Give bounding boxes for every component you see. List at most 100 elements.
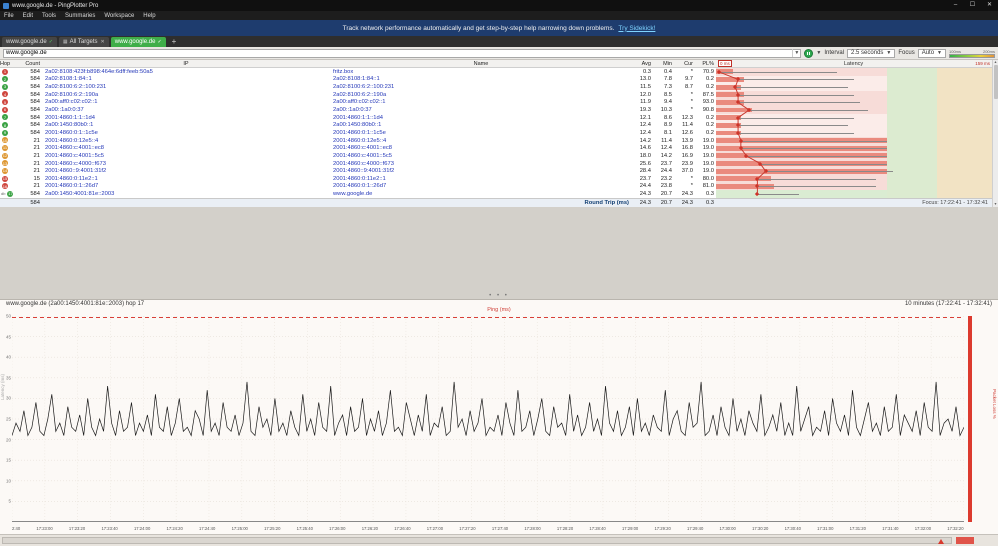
ip-cell[interactable]: 2a00:1450:80b0::1	[42, 122, 330, 128]
tab-target-active[interactable]: www.google.de ✓	[110, 37, 166, 47]
table-row[interactable]: 7 584 2001:4860:1:1::1d4 2001:4860:1:1::1d4…	[0, 113, 992, 122]
ip-cell[interactable]: 2001:4860:0:12e5::4	[42, 138, 330, 144]
name-cell[interactable]: 2001:4860:c:4001::ec8	[330, 145, 632, 151]
name-cell[interactable]: 2001:4860:c:4000::f673	[330, 161, 632, 167]
col-header-name[interactable]: Name	[330, 61, 632, 67]
ip-cell[interactable]: 2001:4860:0:1::1c5e	[42, 130, 330, 136]
table-row[interactable]: 13 21 2001:4860:c:4000::f673 2001:4860:c:40…	[0, 159, 992, 168]
minimize-button[interactable]: –	[947, 0, 964, 11]
tab-target-1[interactable]: www.google.de ✓	[2, 37, 57, 47]
name-cell[interactable]: 2a02:8100:6:2::190a	[330, 92, 632, 98]
table-row[interactable]: 10 21 2001:4860:0:12e5::4 2001:4860:0:12e5:…	[0, 136, 992, 145]
sidekick-link[interactable]: Try Sidekick!	[618, 25, 655, 32]
timeline-pane: www.google.de (2a00:1450:4001:81e::2003)…	[0, 299, 998, 546]
trace-toolbar: ▼ ▼ Interval 2.5 seconds ▼ Focus Auto ▼ …	[0, 47, 998, 60]
col-header-ip[interactable]: IP	[42, 61, 330, 67]
table-row[interactable]: db 17 584 2a00:1450:4001:81e::2003 www.googl…	[0, 190, 992, 198]
start-stop-button[interactable]	[804, 48, 814, 58]
interval-select[interactable]: 2.5 seconds ▼	[847, 48, 896, 58]
min-cell: 23.7	[660, 160, 672, 167]
col-header-cur[interactable]: Cur	[674, 61, 695, 67]
name-cell[interactable]: 2a00::1a0:0:37	[330, 107, 632, 113]
table-row[interactable]: 2 584 2a02:8108:1:84::1 2a02:8108:1:84::1 13…	[0, 75, 992, 84]
x-tick-label: 17:26:00	[329, 525, 346, 531]
timeline-plot[interactable]	[12, 316, 964, 522]
ip-cell[interactable]: 2a00::1a0:0:37	[42, 107, 330, 113]
count-cell: 21	[33, 160, 40, 167]
table-row[interactable]: 12 21 2001:4860:c:4001::5c5 2001:4860:c:400…	[0, 152, 992, 160]
menu-item-tools[interactable]: Tools	[42, 13, 56, 19]
table-scrollbar[interactable]: ▲ ▼	[992, 60, 998, 207]
focus-marker-icon[interactable]	[938, 539, 944, 544]
table-row[interactable]: 5 584 2a00:aff0:c02:c02::1 2a00:aff0:c02:c0…	[0, 98, 992, 107]
table-row[interactable]: 11 21 2001:4860:c:4001::ec8 2001:4860:c:400…	[0, 144, 992, 153]
ip-cell[interactable]: 2a00:1450:4001:81e::2003	[42, 191, 330, 197]
timeline-scroll-thumb[interactable]	[2, 537, 952, 544]
menu-item-workspace[interactable]: Workspace	[104, 13, 134, 19]
table-row[interactable]: 16 21 2001:4860:0:1::26d7 2001:4860:0:1::26…	[0, 182, 992, 191]
ip-cell[interactable]: 2a00:aff0:c02:c02::1	[42, 99, 330, 105]
timeline-scrollbar[interactable]	[0, 534, 998, 546]
col-header-pl[interactable]: PL%	[695, 61, 716, 67]
name-cell[interactable]: 2a00:aff0:c02:c02::1	[330, 99, 632, 105]
menu-item-help[interactable]: Help	[143, 13, 155, 19]
ip-cell[interactable]: 2a02:8100:6:2::100:231	[42, 84, 330, 90]
table-row[interactable]: 15 15 2001:4860:0:11e2::1 2001:4860:0:11e2:…	[0, 174, 992, 183]
name-cell[interactable]: 2a02:8100:6:2::100:231	[330, 84, 632, 90]
x-tick-label: 17:24:20	[166, 525, 183, 531]
hop-status-badge: 3	[2, 83, 8, 90]
table-row[interactable]: 3 584 2a02:8100:6:2::100:231 2a02:8100:6:2:…	[0, 83, 992, 91]
table-row[interactable]: 9 584 2001:4860:0:1::1c5e 2001:4860:0:1::1c…	[0, 129, 992, 137]
table-row[interactable]: 4 584 2a02:8100:6:2::190a 2a02:8100:6:2::19…	[0, 90, 992, 99]
table-row[interactable]: 8 584 2a00:1450:80b0::1 2a00:1450:80b0::1 12…	[0, 121, 992, 130]
name-cell[interactable]: 2001:4860:c:4001::5c5	[330, 153, 632, 159]
col-header-latency[interactable]: 0 ms Latency 159 ms	[716, 60, 992, 67]
col-header-avg[interactable]: Avg	[632, 61, 653, 67]
table-row[interactable]: 1 584 2a02:8108:423f:b898:464e:6dff:feeb:5…	[0, 68, 992, 76]
name-cell[interactable]: 2a00:1450:80b0::1	[330, 122, 632, 128]
close-tab-icon[interactable]: ✕	[101, 39, 105, 45]
ip-cell[interactable]: 2001:4860::9:4001:31f2	[42, 168, 330, 174]
avg-cell: 24.3	[639, 191, 651, 198]
x-tick-label: 17:23:40	[101, 525, 118, 531]
name-cell[interactable]: 2001:4860:0:1::26d7	[330, 183, 632, 189]
ip-cell[interactable]: 2001:4860:0:11e2::1	[42, 176, 330, 182]
menu-item-file[interactable]: File	[4, 13, 14, 19]
maximize-button[interactable]: ☐	[964, 0, 981, 11]
menu-item-edit[interactable]: Edit	[23, 13, 33, 19]
col-header-hop[interactable]: Hop	[0, 61, 16, 67]
tab-all-targets[interactable]: ▦ All Targets ✕	[58, 37, 109, 47]
name-cell[interactable]: 2001:4860:0:1::1c5e	[330, 130, 632, 136]
menu-item-summaries[interactable]: Summaries	[65, 13, 95, 19]
avg-cell: 18.0	[639, 152, 651, 159]
ip-cell[interactable]: 2a02:8108:423f:b898:464e:6dff:feeb:50a5	[42, 69, 330, 75]
ip-cell[interactable]: 2001:4860:1:1::1d4	[42, 115, 330, 121]
chevron-down-icon[interactable]: ▼	[816, 50, 821, 56]
scrollbar-thumb[interactable]	[993, 65, 998, 99]
target-input[interactable]	[4, 49, 793, 57]
round-trip-row[interactable]: 584 Round Trip (ms) 24.3 20.7 24.3 0.3 F…	[0, 198, 992, 207]
close-button[interactable]: ✕	[981, 0, 998, 11]
col-header-min[interactable]: Min	[653, 61, 674, 67]
ip-cell[interactable]: 2a02:8108:1:84::1	[42, 76, 330, 82]
ip-cell[interactable]: 2a02:8100:6:2::190a	[42, 92, 330, 98]
name-cell[interactable]: 2001:4860::9:4001:31f2	[330, 168, 632, 174]
ip-cell[interactable]: 2001:4860:0:1::26d7	[42, 183, 330, 189]
ip-cell[interactable]: 2001:4860:c:4001::ec8	[42, 145, 330, 151]
name-cell[interactable]: fritz.box	[330, 69, 632, 75]
name-cell[interactable]: 2001:4860:0:12e5::4	[330, 138, 632, 144]
table-row[interactable]: 6 584 2a00::1a0:0:37 2a00::1a0:0:37 19.3 10.3…	[0, 106, 992, 114]
cur-cell: 23.9	[681, 160, 693, 167]
name-cell[interactable]: 2a02:8108:1:84::1	[330, 76, 632, 82]
scroll-down-icon[interactable]: ▼	[994, 202, 997, 207]
table-row[interactable]: 14 21 2001:4860::9:4001:31f2 2001:4860::9:4…	[0, 167, 992, 175]
new-tab-button[interactable]: +	[168, 37, 181, 47]
ip-cell[interactable]: 2001:4860:c:4000::f673	[42, 161, 330, 167]
name-cell[interactable]: www.google.de	[330, 191, 632, 197]
chevron-down-icon[interactable]: ▼	[792, 49, 800, 57]
col-header-count[interactable]: Count	[16, 61, 42, 67]
ip-cell[interactable]: 2001:4860:c:4001::5c5	[42, 153, 330, 159]
focus-select[interactable]: Auto ▼	[917, 48, 946, 58]
name-cell[interactable]: 2001:4860:0:11e2::1	[330, 176, 632, 182]
name-cell[interactable]: 2001:4860:1:1::1d4	[330, 115, 632, 121]
